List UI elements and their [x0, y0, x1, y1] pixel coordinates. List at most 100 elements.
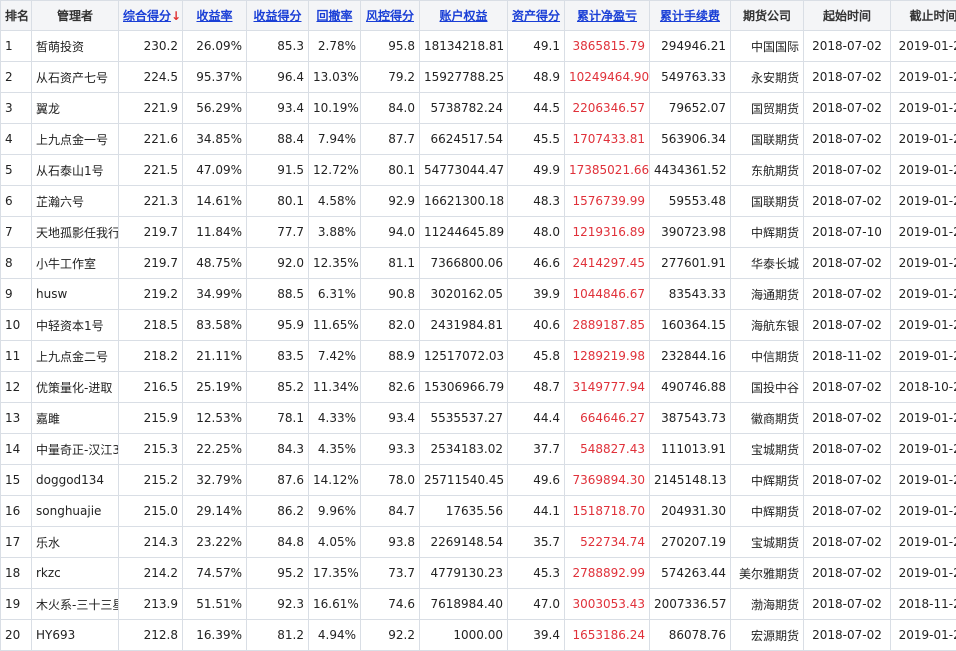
manager-cell[interactable]: 优策量化-进取: [32, 372, 119, 403]
manager-cell[interactable]: 翼龙: [32, 93, 119, 124]
score-cell: 221.5: [119, 155, 183, 186]
table-row[interactable]: 15doggod134215.232.79%87.614.12%78.02571…: [1, 465, 956, 496]
broker-cell: 国贸期货: [731, 93, 804, 124]
header-equity[interactable]: 账户权益: [420, 1, 508, 31]
risk-score-cell: 92.9: [361, 186, 420, 217]
manager-cell[interactable]: 上九点金一号: [32, 124, 119, 155]
header-return[interactable]: 收益率: [183, 1, 247, 31]
header-score[interactable]: 综合得分↓: [119, 1, 183, 31]
table-row[interactable]: 14中量奇正-汉江3号215.322.25%84.34.35%93.325341…: [1, 434, 956, 465]
drawdown-cell: 13.03%: [309, 62, 361, 93]
manager-cell[interactable]: 天地孤影任我行: [32, 217, 119, 248]
fees-cell: 232844.16: [650, 341, 731, 372]
score-cell: 219.7: [119, 217, 183, 248]
manager-cell[interactable]: 从石泰山1号: [32, 155, 119, 186]
asset-score-cell: 45.3: [508, 558, 565, 589]
header-fees[interactable]: 累计手续费: [650, 1, 731, 31]
broker-cell: 东航期货: [731, 155, 804, 186]
manager-cell[interactable]: 乐水: [32, 527, 119, 558]
asset-score-cell: 45.5: [508, 124, 565, 155]
table-row[interactable]: 3翼龙221.956.29%93.410.19%84.05738782.2444…: [1, 93, 956, 124]
return-score-cell: 84.8: [247, 527, 309, 558]
manager-cell[interactable]: 芷瀚六号: [32, 186, 119, 217]
equity-cell: 15306966.79: [420, 372, 508, 403]
return-score-cell: 86.2: [247, 496, 309, 527]
asset-score-cell: 44.5: [508, 93, 565, 124]
risk-score-cell: 93.3: [361, 434, 420, 465]
drawdown-cell: 4.94%: [309, 620, 361, 651]
table-row[interactable]: 12优策量化-进取216.525.19%85.211.34%82.6153069…: [1, 372, 956, 403]
end-date-cell: 2019-01-25: [891, 434, 956, 465]
asset-score-cell: 37.7: [508, 434, 565, 465]
table-row[interactable]: 16songhuajie215.029.14%86.29.96%84.71763…: [1, 496, 956, 527]
asset-score-cell: 40.6: [508, 310, 565, 341]
return-score-cell: 77.7: [247, 217, 309, 248]
manager-cell[interactable]: 嘉雎: [32, 403, 119, 434]
start-date-cell: 2018-07-10: [804, 217, 891, 248]
manager-cell[interactable]: husw: [32, 279, 119, 310]
risk-score-cell: 74.6: [361, 589, 420, 620]
score-cell: 213.9: [119, 589, 183, 620]
table-row[interactable]: 18rkzc214.274.57%95.217.35%73.74779130.2…: [1, 558, 956, 589]
manager-cell[interactable]: 皙萌投资: [32, 31, 119, 62]
equity-cell: 7366800.06: [420, 248, 508, 279]
net-pnl-cell: 664646.27: [565, 403, 650, 434]
manager-cell[interactable]: songhuajie: [32, 496, 119, 527]
rank-cell: 19: [1, 589, 32, 620]
manager-cell[interactable]: 中轻资本1号: [32, 310, 119, 341]
score-cell: 214.2: [119, 558, 183, 589]
table-row[interactable]: 5从石泰山1号221.547.09%91.512.72%80.154773044…: [1, 155, 956, 186]
fees-cell: 270207.19: [650, 527, 731, 558]
table-row[interactable]: 13嘉雎215.912.53%78.14.33%93.45535537.2744…: [1, 403, 956, 434]
drawdown-cell: 11.65%: [309, 310, 361, 341]
header-return-score[interactable]: 收益得分: [247, 1, 309, 31]
header-drawdown[interactable]: 回撤率: [309, 1, 361, 31]
risk-score-cell: 92.2: [361, 620, 420, 651]
manager-cell[interactable]: HY693: [32, 620, 119, 651]
broker-cell: 徽商期货: [731, 403, 804, 434]
table-row[interactable]: 10中轻资本1号218.583.58%95.911.65%82.02431984…: [1, 310, 956, 341]
rank-cell: 11: [1, 341, 32, 372]
rank-cell: 10: [1, 310, 32, 341]
table-row[interactable]: 6芷瀚六号221.314.61%80.14.58%92.916621300.18…: [1, 186, 956, 217]
manager-cell[interactable]: rkzc: [32, 558, 119, 589]
table-row[interactable]: 1皙萌投资230.226.09%85.32.78%95.818134218.81…: [1, 31, 956, 62]
end-date-cell: 2019-01-25: [891, 620, 956, 651]
manager-cell[interactable]: 小牛工作室: [32, 248, 119, 279]
table-row[interactable]: 19木火系-三十三星213.951.51%92.316.61%74.676189…: [1, 589, 956, 620]
risk-score-cell: 94.0: [361, 217, 420, 248]
drawdown-cell: 7.42%: [309, 341, 361, 372]
table-row[interactable]: 4上九点金一号221.634.85%88.47.94%87.76624517.5…: [1, 124, 956, 155]
broker-cell: 美尔雅期货: [731, 558, 804, 589]
start-date-cell: 2018-07-02: [804, 589, 891, 620]
manager-cell[interactable]: doggod134: [32, 465, 119, 496]
drawdown-cell: 10.19%: [309, 93, 361, 124]
start-date-cell: 2018-07-02: [804, 248, 891, 279]
header-net-pnl[interactable]: 累计净盈亏: [565, 1, 650, 31]
return-score-cell: 85.3: [247, 31, 309, 62]
table-row[interactable]: 20HY693212.816.39%81.24.94%92.21000.0039…: [1, 620, 956, 651]
manager-cell[interactable]: 上九点金二号: [32, 341, 119, 372]
table-row[interactable]: 7天地孤影任我行219.711.84%77.73.88%94.011244645…: [1, 217, 956, 248]
rank-cell: 15: [1, 465, 32, 496]
rank-cell: 2: [1, 62, 32, 93]
manager-cell[interactable]: 从石资产七号: [32, 62, 119, 93]
manager-cell[interactable]: 木火系-三十三星: [32, 589, 119, 620]
manager-cell[interactable]: 中量奇正-汉江3号: [32, 434, 119, 465]
table-row[interactable]: 11上九点金二号218.221.11%83.57.42%88.912517072…: [1, 341, 956, 372]
net-pnl-cell: 522734.74: [565, 527, 650, 558]
header-risk-score[interactable]: 风控得分: [361, 1, 420, 31]
drawdown-cell: 4.33%: [309, 403, 361, 434]
table-row[interactable]: 2从石资产七号224.595.37%96.413.03%79.215927788…: [1, 62, 956, 93]
drawdown-cell: 3.88%: [309, 217, 361, 248]
drawdown-cell: 11.34%: [309, 372, 361, 403]
table-row[interactable]: 17乐水214.323.22%84.84.05%93.82269148.5435…: [1, 527, 956, 558]
table-row[interactable]: 8小牛工作室219.748.75%92.012.35%81.17366800.0…: [1, 248, 956, 279]
start-date-cell: 2018-07-02: [804, 558, 891, 589]
start-date-cell: 2018-07-02: [804, 496, 891, 527]
end-date-cell: 2019-01-25: [891, 310, 956, 341]
return-score-cell: 95.2: [247, 558, 309, 589]
header-asset-score[interactable]: 资产得分: [508, 1, 565, 31]
drawdown-cell: 2.78%: [309, 31, 361, 62]
table-row[interactable]: 9husw219.234.99%88.56.31%90.83020162.053…: [1, 279, 956, 310]
